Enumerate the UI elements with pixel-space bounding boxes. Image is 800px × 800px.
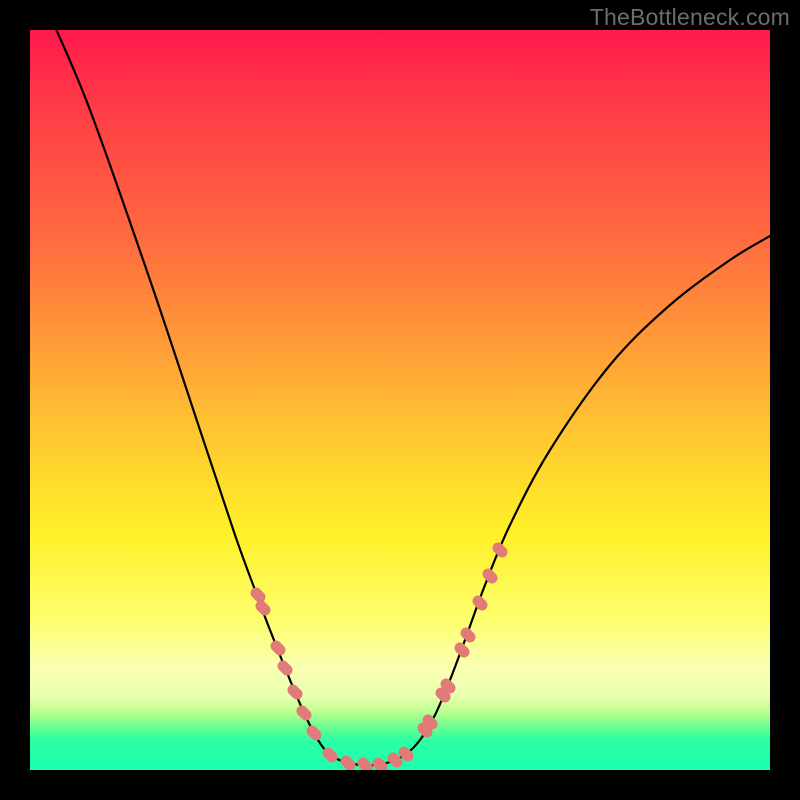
data-marker (393, 758, 397, 762)
data-marker (441, 693, 445, 697)
data-marker (346, 761, 350, 765)
data-marker (428, 720, 432, 724)
data-marker (478, 601, 482, 605)
outer-frame: TheBottleneck.com (0, 0, 800, 800)
data-marker (446, 684, 450, 688)
plot-area (30, 30, 770, 770)
data-marker (466, 633, 470, 637)
data-marker (293, 690, 297, 694)
chart-svg (30, 30, 770, 770)
data-marker (283, 666, 287, 670)
data-marker (423, 728, 427, 732)
data-marker (460, 648, 464, 652)
data-marker (302, 711, 306, 715)
data-marker (363, 763, 367, 767)
data-marker (378, 763, 382, 767)
data-marker (498, 548, 502, 552)
data-marker (328, 753, 332, 757)
data-marker (312, 731, 316, 735)
data-marker (256, 593, 260, 597)
watermark-text: TheBottleneck.com (590, 4, 790, 31)
data-marker (276, 646, 280, 650)
data-marker (261, 606, 265, 610)
bottleneck-curve (52, 30, 770, 765)
data-marker (404, 752, 408, 756)
marker-group (256, 548, 502, 767)
data-marker (488, 574, 492, 578)
